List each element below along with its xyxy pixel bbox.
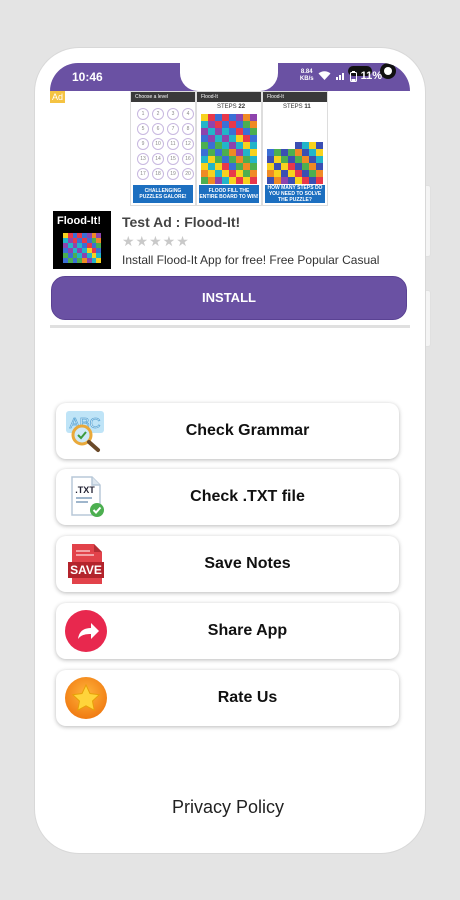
privacy-policy-link[interactable]: Privacy Policy (50, 797, 406, 818)
ad-screenshot-1[interactable]: Choose a level 1 2 3 4 5 6 7 8 9 10 11 12 13 14 15 16 17… (130, 91, 196, 206)
level-number: 9 (137, 138, 149, 150)
check-grammar-label: Check Grammar (185, 422, 310, 439)
svg-text:.TXT: .TXT (75, 485, 95, 495)
steps-counter: STEPS 22 (217, 104, 246, 110)
ad-app-logo: Flood-It! (53, 211, 111, 269)
level-number: 5 (137, 123, 149, 135)
check-txt-file-button[interactable]: .TXT Check .TXT file (56, 469, 399, 525)
ad-screenshot-banner: CHALLENGING PUZZLES GALORE! (133, 185, 193, 203)
wifi-icon (318, 71, 331, 80)
share-arrow-icon (64, 609, 108, 653)
level-number: 19 (167, 168, 179, 180)
battery-percent: 11% (360, 70, 382, 82)
ad-description: Install Flood-It App for free! Free Popu… (122, 253, 380, 267)
level-number: 12 (182, 138, 194, 150)
rate-us-label: Rate Us (217, 689, 278, 706)
ad-tag: Ad (50, 91, 66, 103)
level-number: 18 (152, 168, 164, 180)
ad-divider (50, 325, 410, 328)
flood-board (201, 114, 257, 184)
ad-screenshot-3[interactable]: Flood-It STEPS 11 HOW MANY STEPS DO YOU … (262, 91, 328, 206)
ad-screenshot-banner: FLOOD FILL THE ENTIRE BOARD TO WIN! (199, 185, 259, 203)
app-screen: 10:46 8.84 KB/s 11% Ad Choose a level 12… (50, 63, 410, 823)
status-indicators: 8.84 KB/s 11% (300, 69, 382, 83)
star-icon (64, 676, 108, 720)
ad-screenshot-banner: HOW MANY STEPS DO YOU NEED TO SOLVE THE … (265, 185, 325, 203)
rate-us-button[interactable]: Rate Us (56, 670, 399, 726)
save-document-icon: SAVE (64, 542, 108, 586)
camera-notch (180, 63, 396, 91)
level-number: 10 (152, 138, 164, 150)
level-number: 17 (137, 168, 149, 180)
install-button[interactable]: INSTALL (51, 276, 407, 320)
level-number: 11 (167, 138, 179, 150)
level-number: 20 (182, 168, 194, 180)
ad-rating-stars: ★★★★★ (122, 233, 190, 249)
check-txt-label: Check .TXT file (190, 488, 305, 505)
save-notes-label: Save Notes (204, 555, 291, 572)
level-number: 2 (152, 108, 164, 120)
level-grid: 1 2 3 4 5 6 7 8 9 10 11 12 13 14 15 16 17 18 19 20 (131, 102, 195, 186)
level-number: 7 (167, 123, 179, 135)
level-number: 13 (137, 153, 149, 165)
level-number: 6 (152, 123, 164, 135)
battery-icon (349, 70, 357, 82)
txt-file-check-icon: .TXT (64, 475, 108, 519)
status-time: 10:46 (72, 70, 103, 84)
level-number: 1 (137, 108, 149, 120)
status-bar: 10:46 8.84 KB/s 11% (50, 63, 410, 91)
share-app-label: Share App (207, 622, 288, 639)
ad-info[interactable]: Flood-It! Test Ad : Flood-It! ★★★★★ Inst… (50, 211, 410, 273)
ad-title: Test Ad : Flood-It! (122, 214, 241, 230)
steps-counter: STEPS 11 (283, 104, 311, 110)
ad-logo-text: Flood-It! (57, 215, 101, 227)
abc-magnifier-icon: ABC (64, 409, 108, 453)
save-notes-button[interactable]: SAVE Save Notes (56, 536, 399, 592)
level-number: 14 (152, 153, 164, 165)
level-number: 15 (167, 153, 179, 165)
check-grammar-button[interactable]: ABC Check Grammar (56, 403, 399, 459)
level-number: 16 (182, 153, 194, 165)
svg-text:SAVE: SAVE (70, 563, 102, 577)
level-number: 4 (182, 108, 194, 120)
level-number: 3 (167, 108, 179, 120)
ad-screenshot-2[interactable]: Flood-It STEPS 22 FLOOD FILL THE ENTIRE … (196, 91, 262, 206)
network-speed: 8.84 KB/s (299, 69, 314, 82)
share-app-button[interactable]: Share App (56, 603, 399, 659)
flood-board (267, 114, 323, 184)
level-number: 8 (182, 123, 194, 135)
camera-icon (380, 63, 396, 79)
signal-icon (335, 73, 344, 80)
